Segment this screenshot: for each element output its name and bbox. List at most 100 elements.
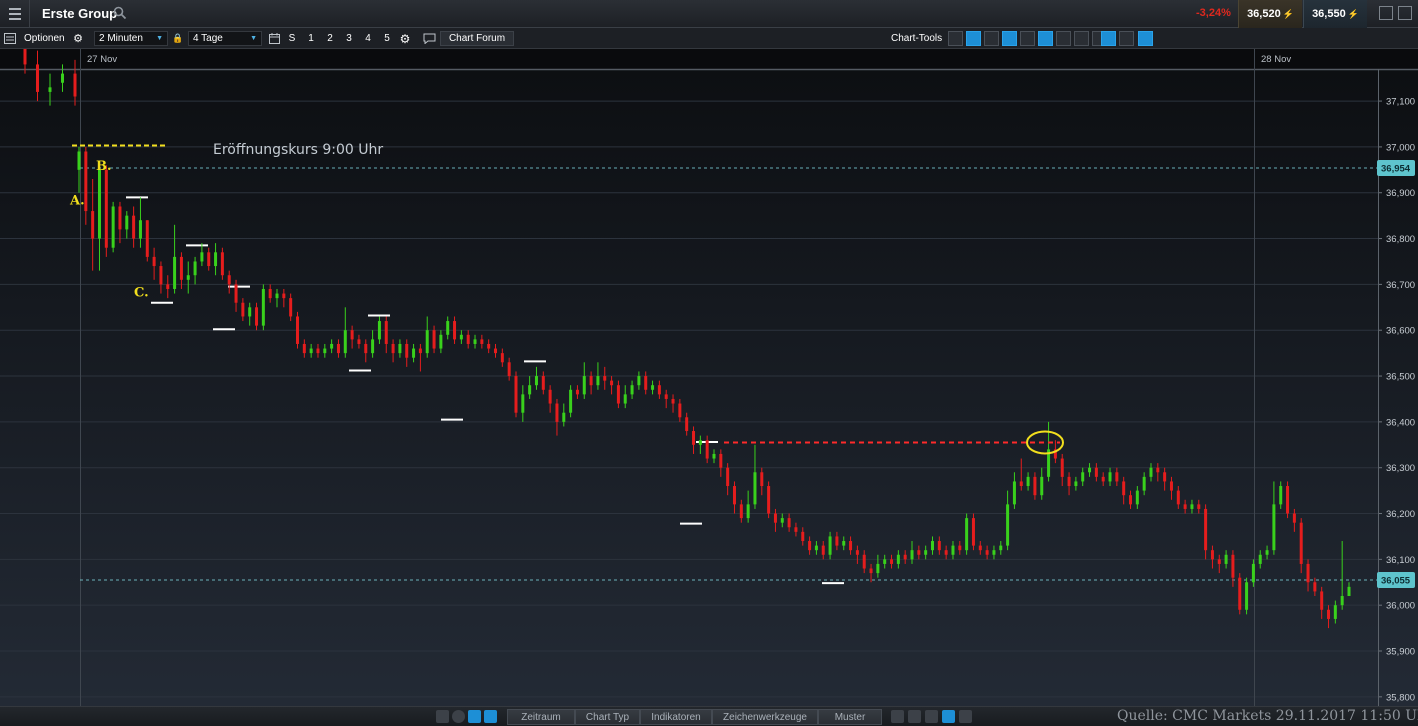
block-icon[interactable] [452,710,465,723]
candle-body [623,394,627,404]
candle-body [1033,476,1037,496]
refresh-icon[interactable] [436,710,449,723]
candle-body [801,531,805,542]
zoom-in-icon[interactable] [925,710,938,723]
detach-window-icon[interactable] [1379,6,1393,20]
candle-body [1163,472,1167,482]
settings-gear-icon[interactable]: ⚙ [398,31,412,46]
candle-body [630,385,634,395]
top-bar: Erste Group -3,24% 36,520 ⚡ 36,550 ⚡ [0,0,1418,28]
candle-body [248,307,252,317]
candle-body [992,550,996,555]
menu-icon[interactable] [0,0,30,28]
candle-body [336,343,340,354]
calendar-icon[interactable] [267,31,281,46]
candle-body [849,541,853,551]
y-tick-label: 36,200 [1386,509,1415,520]
price-chart[interactable]: Eröffnungskurs 9:00 Uhr A. B. C. 37,100 37,0… [0,49,1418,706]
chart-canvas[interactable]: Eröffnungskurs 9:00 Uhr A. B. C. 37,100 37,0… [0,49,1418,706]
candle-body [1265,550,1269,555]
chart-toolbar: Optionen ⚙ 2 Minuten ▼ 🔒 4 Tage ▼ S 1 2 … [0,28,1418,49]
chat-icon[interactable] [421,31,437,46]
zoom-icon[interactable] [891,710,904,723]
search-icon[interactable] [113,6,127,20]
candle-body [1060,458,1064,477]
trendline-tool-icon[interactable] [966,31,981,46]
tab-zeitraum[interactable]: Zeitraum [507,709,575,725]
buy-price-button[interactable]: 36,550 ⚡ [1303,0,1367,28]
candle [104,165,108,257]
candle-body [767,486,771,514]
settings-tool-icon[interactable] [1138,31,1153,46]
candle-body [937,541,941,551]
candle-body [1026,476,1030,487]
lock-icon[interactable]: 🔒 [172,31,183,46]
quick-button[interactable]: 1 [304,31,318,46]
candle-body [268,288,272,299]
tab-indikatoren[interactable]: Indikatoren [640,709,712,725]
candle-body [200,252,204,262]
quick-button[interactable]: 3 [342,31,356,46]
compare-tool-icon[interactable] [1056,31,1071,46]
annotation-letter: C. [134,285,149,300]
tab-muster[interactable]: Muster [818,709,882,725]
candle-body [173,256,177,289]
layers-tool-icon[interactable] [1074,31,1089,46]
tab-zeichenwerkzeuge[interactable]: Zeichenwerkzeuge [712,709,818,725]
cursor-tool-icon[interactable] [948,31,963,46]
quick-button[interactable]: S [285,31,299,46]
candle-body [1149,467,1153,477]
interval-select[interactable]: 2 Minuten ▼ [94,31,168,46]
candle-body [808,541,812,551]
quick-button[interactable]: 4 [361,31,375,46]
candle-body [569,389,573,413]
candle-body [671,398,675,404]
chart-tools-label: Chart-Tools [891,33,943,44]
quick-button[interactable]: 5 [380,31,394,46]
print-icon[interactable] [1119,31,1134,46]
candle-body [193,261,197,276]
y-tick-label: 36,300 [1386,463,1415,474]
candle-body [773,513,777,523]
candle-body [651,385,655,390]
tab-chart-typ[interactable]: Chart Typ [575,709,640,725]
candle-body [166,284,170,289]
quick-button[interactable]: 2 [323,31,337,46]
options-gear-icon[interactable]: ⚙ [71,31,85,46]
scroll-end-icon[interactable] [959,710,972,723]
fit-icon[interactable] [942,710,955,723]
candle-body [1313,582,1317,592]
candle-body [1081,472,1085,482]
share-icon[interactable] [484,710,497,723]
candle-body [1067,476,1071,487]
options-button[interactable]: Optionen [24,31,65,46]
chart-forum-button[interactable]: Chart Forum [440,31,514,46]
candle-body [746,504,750,519]
candle-body [152,256,156,267]
pencil-icon[interactable] [468,710,481,723]
candle [971,513,975,551]
candle [261,284,265,331]
candle-body [1088,467,1092,473]
candle-body [23,49,27,65]
range-select[interactable]: 4 Tage ▼ [188,31,262,46]
zoom-out-icon[interactable] [908,710,921,723]
y-tick-label: 35,900 [1386,647,1415,658]
text-tool-icon[interactable] [984,31,999,46]
close-window-icon[interactable] [1398,6,1412,20]
candle-body [73,73,77,97]
candle-body [77,151,81,170]
layout-icon[interactable] [4,31,18,46]
label-tool-icon[interactable] [1101,31,1116,46]
candle-body [487,343,491,349]
grid-tool-icon[interactable] [1002,31,1017,46]
candle-tool-icon[interactable] [1038,31,1053,46]
candle-body [828,536,832,555]
candle-body [1204,508,1208,551]
candle-body [412,348,416,358]
crosshair-tool-icon[interactable] [1020,31,1035,46]
candle-body [1340,596,1344,606]
candle-body [890,559,894,564]
candle-body [787,518,791,528]
sell-price-button[interactable]: 36,520 ⚡ [1238,0,1302,28]
